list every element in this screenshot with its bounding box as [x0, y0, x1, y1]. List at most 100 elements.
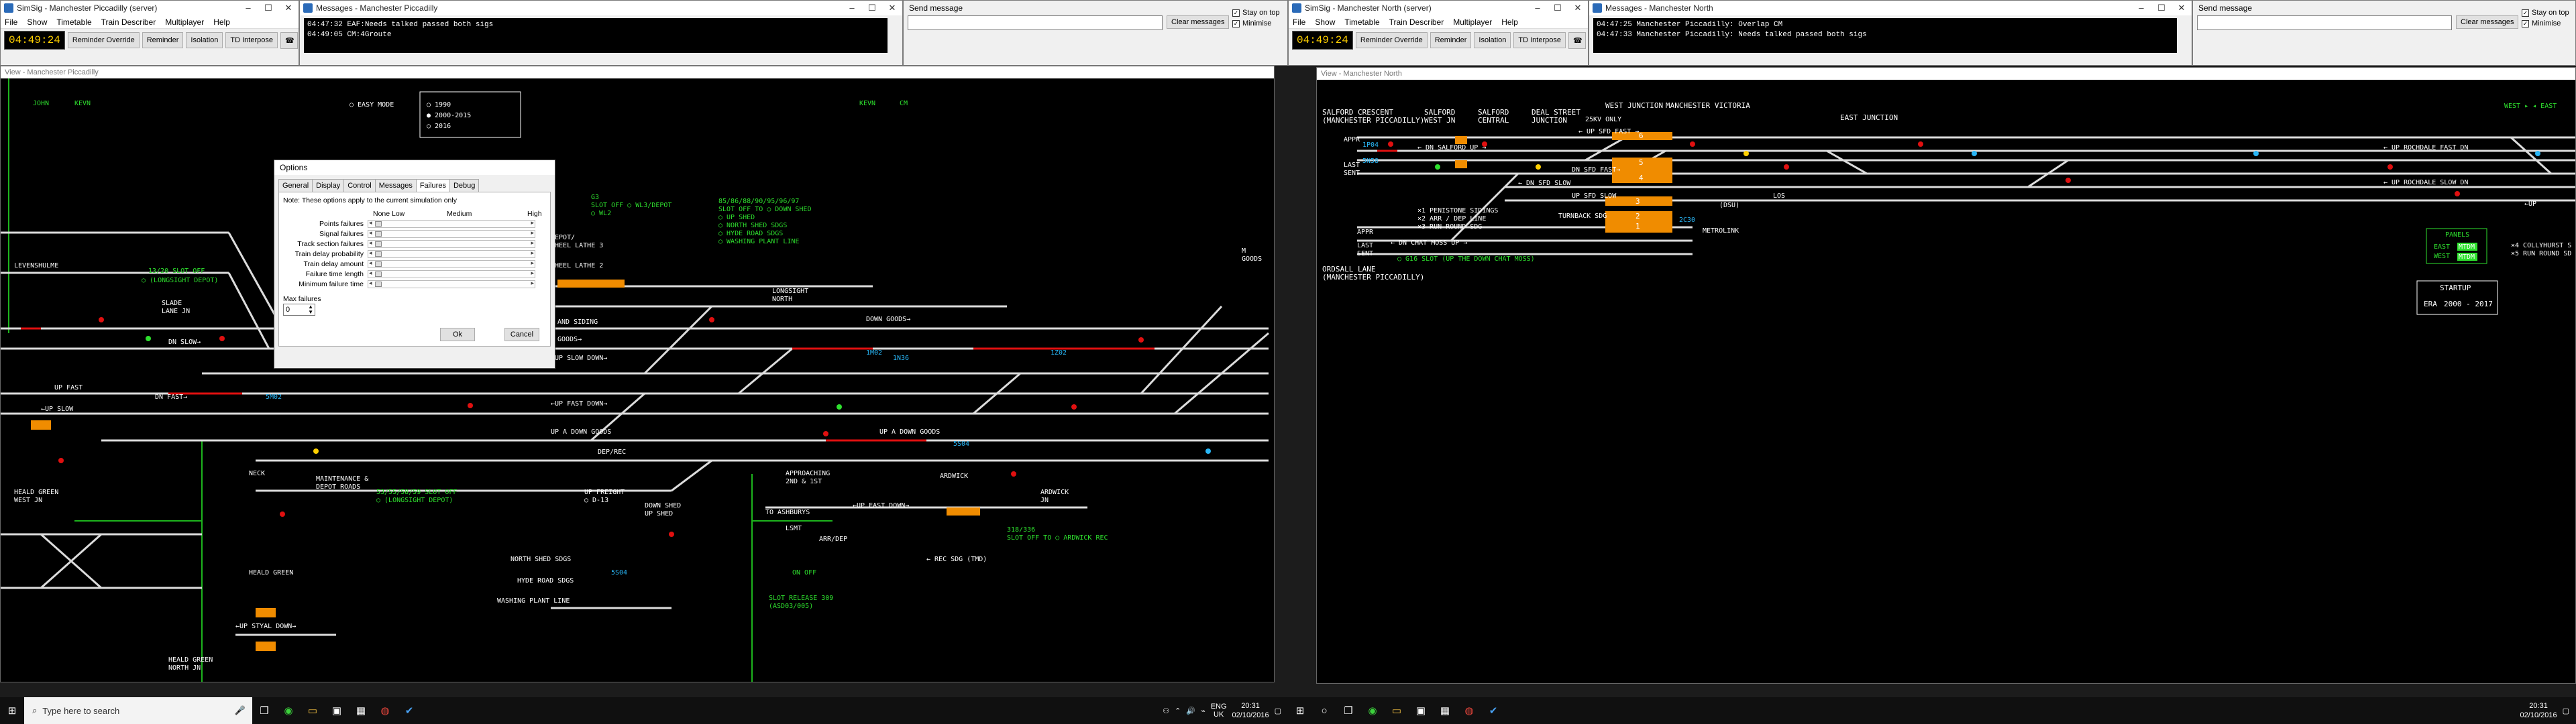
failure-setting-slider[interactable]	[368, 239, 535, 248]
td-interpose-button[interactable]: TD Interpose	[1513, 32, 1566, 48]
berth-5n58[interactable]: 5N58	[1362, 158, 1379, 165]
task-view-icon[interactable]: ❐	[1336, 697, 1360, 724]
telephone-icon[interactable]: ☎	[1568, 32, 1586, 49]
minimise-checkbox[interactable]: ✓ Minimise	[1232, 19, 1271, 27]
berth-5s04-2[interactable]: 5S04	[611, 569, 627, 577]
failure-setting-slider[interactable]	[368, 219, 535, 228]
tab-general[interactable]: General	[278, 179, 313, 192]
reminder-button[interactable]: Reminder	[1430, 32, 1472, 48]
send-message-input[interactable]	[908, 15, 1163, 30]
signal-markers[interactable]	[58, 317, 1211, 537]
berth-1z02[interactable]: 1Z02	[1051, 349, 1067, 357]
close-icon[interactable]: ✕	[1568, 1, 1588, 15]
minimize-icon[interactable]: –	[842, 1, 862, 15]
clear-messages-button[interactable]: Clear messages	[1167, 15, 1230, 29]
maximize-icon[interactable]: ☐	[862, 1, 882, 15]
menu-file[interactable]: File	[5, 17, 17, 27]
tab-control[interactable]: Control	[343, 179, 376, 192]
berth-2c30[interactable]: 2C30	[1679, 217, 1695, 224]
speaker-icon[interactable]: 🔊	[1186, 707, 1195, 715]
microphone-icon[interactable]: 🎤	[235, 705, 252, 716]
on-off-label[interactable]: ON OFF	[792, 569, 816, 577]
file-explorer-icon[interactable]: ▭	[301, 697, 325, 724]
easy-mode-option[interactable]: ○ EASY MODE	[350, 101, 394, 109]
tab-messages[interactable]: Messages	[374, 179, 417, 192]
taskbar-search[interactable]: ⌕ Type here to search 🎤	[24, 697, 252, 724]
simsig-taskbar-icon[interactable]: ◉	[1360, 697, 1385, 724]
minimize-icon[interactable]: –	[1527, 1, 1548, 15]
g16-slot-label[interactable]: ○ G16 SLOT (UP THE DOWN CHAT MOSS)	[1397, 255, 1535, 263]
menu-train-describer[interactable]: Train Describer	[101, 17, 156, 27]
menu-multiplayer[interactable]: Multiplayer	[1453, 17, 1492, 27]
failure-setting-slider[interactable]	[368, 269, 535, 278]
reminder-button[interactable]: Reminder	[142, 32, 184, 48]
store-icon[interactable]: ▣	[325, 697, 349, 724]
windows-start-icon[interactable]: ⊞	[1288, 697, 1312, 724]
minimize-icon[interactable]: –	[238, 1, 258, 15]
menu-help[interactable]: Help	[213, 17, 230, 27]
signalling-diagram-right[interactable]: SALFORD CRESCENT (MANCHESTER PICCADILLY) …	[1317, 80, 2575, 683]
maximize-icon[interactable]: ☐	[2151, 1, 2171, 15]
people-icon[interactable]: ⚇	[1163, 707, 1169, 715]
slider-thumb[interactable]	[375, 282, 382, 287]
taskbar-clock[interactable]: 20:31 02/10/2016	[1232, 701, 1269, 720]
chevron-up-icon[interactable]: ⌃	[1175, 707, 1181, 715]
slider-thumb[interactable]	[375, 272, 382, 277]
file-explorer-icon[interactable]: ▭	[1385, 697, 1409, 724]
isolation-button[interactable]: Isolation	[1474, 32, 1511, 48]
maximize-icon[interactable]: ☐	[1548, 1, 1568, 15]
failure-setting-slider[interactable]	[368, 259, 535, 268]
menu-show[interactable]: Show	[27, 17, 47, 27]
chrome-icon[interactable]: ◍	[1457, 697, 1481, 724]
ok-button[interactable]: Ok	[440, 328, 475, 341]
stay-on-top-checkbox[interactable]: ✓ Stay on top	[2522, 9, 2569, 17]
calculator-icon[interactable]: ▦	[349, 697, 373, 724]
task-view-icon[interactable]: ❐	[252, 697, 276, 724]
maximize-icon[interactable]: ☐	[258, 1, 278, 15]
menu-timetable[interactable]: Timetable	[1344, 17, 1379, 27]
calculator-icon[interactable]: ▦	[1433, 697, 1457, 724]
tab-debug[interactable]: Debug	[449, 179, 480, 192]
taskbar-clock[interactable]: 20:31 02/10/2016	[2520, 701, 2557, 720]
failure-setting-slider[interactable]	[368, 229, 535, 238]
td-interpose-button[interactable]: TD Interpose	[225, 32, 278, 48]
cancel-button[interactable]: Cancel	[504, 328, 539, 341]
close-icon[interactable]: ✕	[278, 1, 299, 15]
notification-icon[interactable]: ▢	[2563, 707, 2569, 715]
menu-multiplayer[interactable]: Multiplayer	[165, 17, 204, 27]
signalling-diagram-left[interactable]: JOHN KEVN KEVN CM ○ EASY MODE ○ 1990 ● 2…	[1, 78, 1274, 682]
minimise-checkbox[interactable]: ✓ Minimise	[2522, 19, 2561, 27]
era-2016-option[interactable]: ○ 2016	[427, 123, 451, 130]
berth-1n36[interactable]: 1N36	[893, 355, 909, 362]
max-failures-input[interactable]: 0 ▲ ▼	[283, 304, 315, 316]
clear-messages-button[interactable]: Clear messages	[2456, 15, 2519, 29]
stay-on-top-checkbox[interactable]: ✓ Stay on top	[1232, 9, 1280, 17]
sim-clock[interactable]: 04:49:24	[1292, 31, 1353, 50]
slider-thumb[interactable]	[375, 241, 382, 247]
slider-thumb[interactable]	[375, 251, 382, 257]
berth-1p04[interactable]: 1P04	[1362, 141, 1379, 149]
store-icon[interactable]: ▣	[1409, 697, 1433, 724]
chrome-icon[interactable]: ◍	[373, 697, 397, 724]
cortana-icon[interactable]: ○	[1312, 697, 1336, 724]
slider-thumb[interactable]	[375, 231, 382, 237]
tab-failures[interactable]: Failures	[415, 179, 450, 192]
notification-icon[interactable]: ▢	[1275, 707, 1281, 715]
era-value[interactable]: 2000 - 2017	[2444, 300, 2493, 308]
windows-start-icon[interactable]: ⊞	[0, 697, 24, 724]
berth-1m02[interactable]: 1M02	[866, 349, 882, 357]
reminder-override-button[interactable]: Reminder Override	[1355, 32, 1428, 48]
isolation-button[interactable]: Isolation	[186, 32, 223, 48]
berth-5m02[interactable]: 5M02	[266, 394, 282, 401]
era-2000-option[interactable]: ● 2000-2015	[427, 112, 471, 119]
checkmark-app-icon[interactable]: ✔	[1481, 697, 1505, 724]
send-message-input[interactable]	[2197, 15, 2452, 30]
sim-clock[interactable]: 04:49:24	[4, 31, 65, 50]
tab-display[interactable]: Display	[312, 179, 345, 192]
failure-setting-slider[interactable]	[368, 249, 535, 258]
language-indicator[interactable]: ENG UK	[1211, 703, 1227, 719]
signal-markers[interactable]	[1388, 141, 2540, 196]
menu-train-describer[interactable]: Train Describer	[1389, 17, 1444, 27]
spinner-icon[interactable]: ▲ ▼	[308, 304, 313, 315]
menu-timetable[interactable]: Timetable	[56, 17, 91, 27]
